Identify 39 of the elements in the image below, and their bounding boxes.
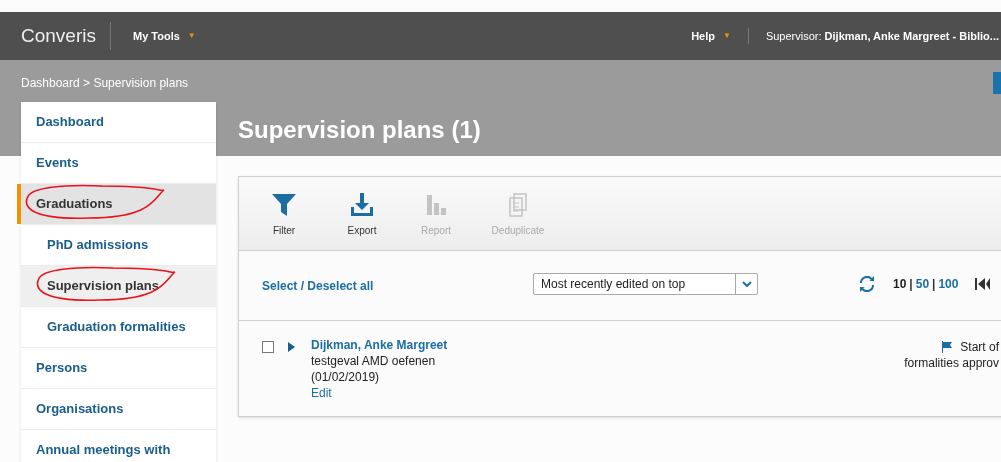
first-page-icon[interactable] <box>974 278 991 290</box>
caret-icon: ▼ <box>187 30 196 42</box>
sidebar-item[interactable]: Organisations <box>21 389 216 430</box>
sort-dropdown[interactable]: Most recently edited on top <box>533 273 758 295</box>
toolbar-button[interactable]: Filter <box>257 193 311 238</box>
caret-icon: ▼ <box>722 30 731 42</box>
expand-arrow-icon[interactable] <box>288 342 295 352</box>
edit-link[interactable]: Edit <box>311 385 448 401</box>
chevron-down-icon <box>741 281 752 287</box>
select-all-link[interactable]: Select / Deselect all <box>262 276 374 295</box>
status-text: Start of <box>960 339 999 355</box>
breadcrumb: Dashboard > Supervision plans <box>21 75 189 92</box>
logo[interactable]: Converis <box>21 21 111 51</box>
record-name-link[interactable]: Dijkman, Anke Margreet <box>311 337 448 353</box>
flag-icon <box>941 341 953 353</box>
status-text: formalities approv <box>904 355 999 371</box>
page-size-link[interactable]: 10 <box>893 275 907 293</box>
sidebar-item[interactable]: Annual meetings with <box>21 430 216 462</box>
page-title: Supervision plans (1) <box>238 115 481 145</box>
sidebar-item[interactable]: Graduation formalities <box>21 307 216 348</box>
sidebar-item[interactable]: Dashboard <box>21 102 216 143</box>
separator: | <box>932 276 936 293</box>
record-detail: (01/02/2019) <box>311 369 381 385</box>
record-detail: testgeval AMD oefenen <box>311 353 437 369</box>
checkbox[interactable] <box>262 341 274 353</box>
toolbar-button[interactable]: Export <box>333 193 391 238</box>
filter-icon <box>271 193 297 217</box>
page-size-link[interactable]: 100 <box>938 275 959 293</box>
refresh-icon[interactable] <box>859 276 875 292</box>
sidebar-item[interactable]: Supervision plans <box>21 266 216 307</box>
sidebar-item[interactable]: PhD admissions <box>21 225 216 266</box>
sidebar-item[interactable]: Persons <box>21 348 216 389</box>
help-button[interactable]: Help ▼ <box>691 27 749 45</box>
download-icon <box>349 193 375 217</box>
menu-button[interactable]: My Tools ▼ <box>133 27 196 45</box>
user-menu[interactable]: Supervisor: Dijkman, Anke Margreet - Biblio... <box>765 27 1001 45</box>
separator: | <box>909 276 913 293</box>
sidebar-item[interactable]: Events <box>21 143 216 184</box>
page-size-link[interactable]: 50 <box>915 275 930 293</box>
